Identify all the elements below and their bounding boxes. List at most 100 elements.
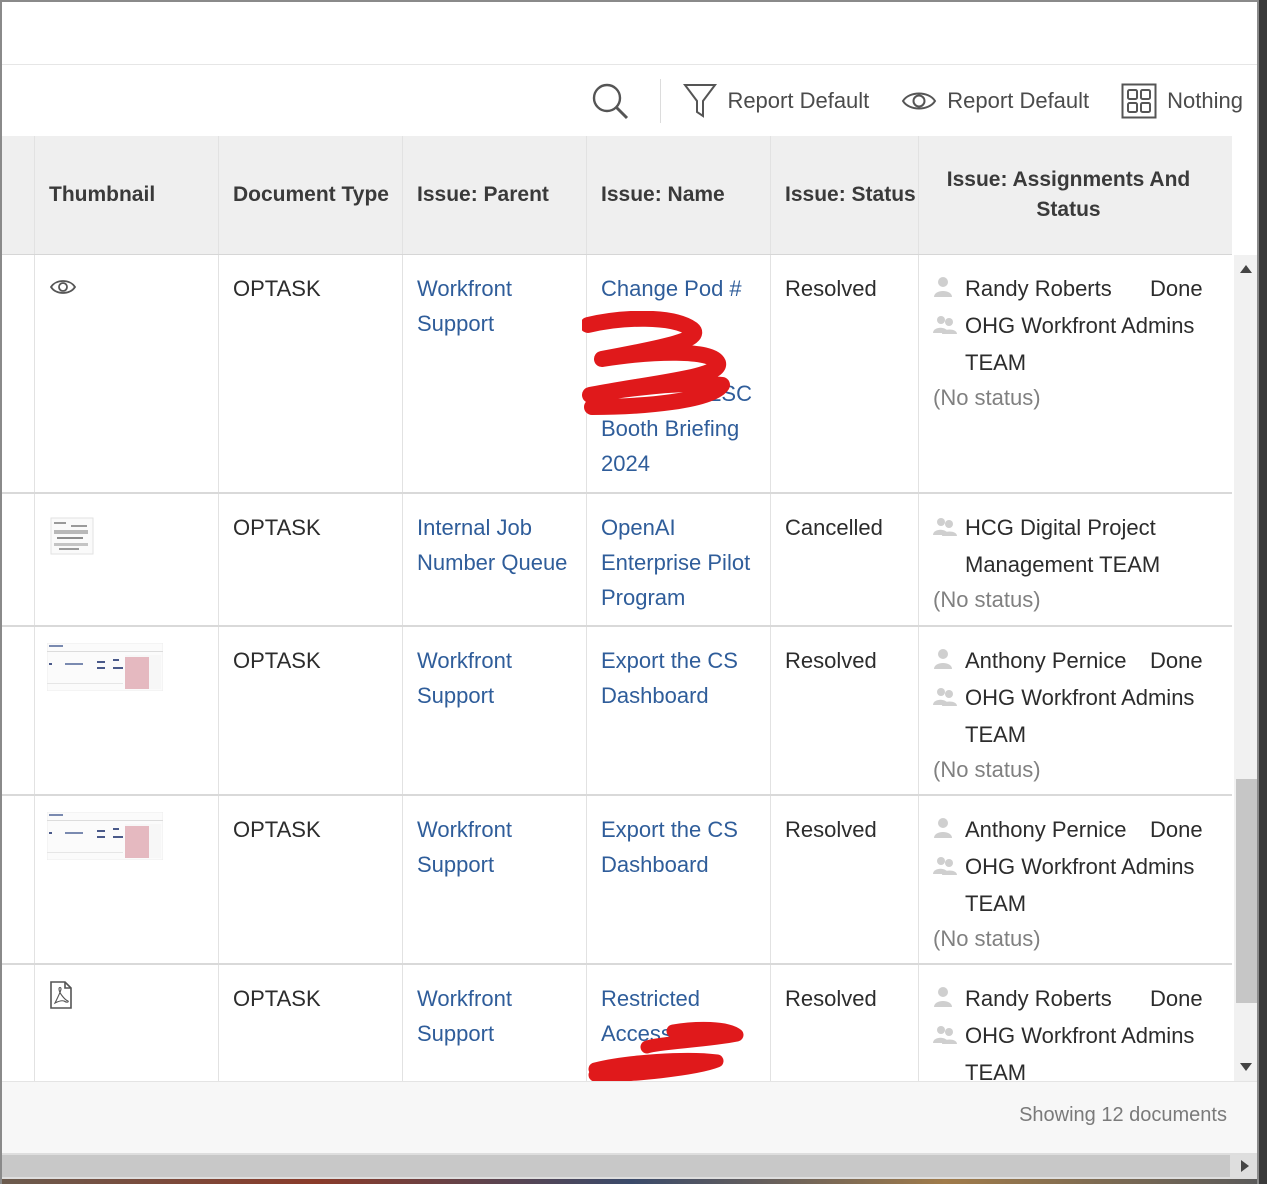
- document-type-value: OPTASK: [233, 276, 321, 301]
- issue-name-link[interactable]: Restricted Access:: [601, 981, 758, 1051]
- document-type-value: OPTASK: [233, 648, 321, 673]
- eye-icon: [902, 92, 937, 109]
- no-status-label: (No status): [933, 926, 1041, 951]
- filter-icon: [683, 83, 718, 118]
- assignments-cell: Anthony Pernice Done OHG Workfront Admin…: [918, 627, 1232, 794]
- no-status-label: (No status): [933, 757, 1041, 782]
- team-icon: [933, 849, 965, 886]
- issue-parent-cell: Workfront Support: [402, 255, 586, 492]
- status-value: Resolved: [785, 276, 877, 301]
- assignments-cell: Randy Roberts Done OHG Workfront Admins …: [918, 965, 1232, 1081]
- issue-status-cell: Resolved: [770, 796, 918, 963]
- issue-name-link[interactable]: OpenAI Enterprise Pilot Program: [601, 510, 758, 615]
- issue-status-cell: Resolved: [770, 965, 918, 1081]
- dashboard-thumbnail[interactable]: [46, 811, 164, 861]
- link-text: Booth Briefing: [601, 416, 740, 441]
- vertical-scrollbar[interactable]: [1234, 255, 1257, 1081]
- table-row[interactable]: OPTASK Workfront Support Export the CS Das…: [2, 796, 1232, 965]
- scroll-down-arrow-icon[interactable]: [1240, 1063, 1252, 1071]
- issue-parent-link[interactable]: Workfront Support: [417, 981, 574, 1051]
- link-text: Enterprise Pilot: [601, 550, 751, 575]
- assignment-team: OHG Workfront Admins: [933, 849, 1220, 886]
- issue-name-cell: Export the CS Dashboard: [586, 627, 770, 794]
- table-row[interactable]: OPTASK Internal Job Number Queue OpenAI En…: [2, 494, 1232, 627]
- document-count: Showing 12 documents: [1019, 1104, 1227, 1126]
- issue-parent-link[interactable]: Workfront Support: [417, 271, 574, 341]
- issue-name-cell: Change Pod # ESC Booth Briefing 2024: [586, 255, 770, 492]
- view-label: Report Default: [947, 87, 1090, 113]
- link-text: Support: [417, 1021, 495, 1046]
- background-strip: [2, 1179, 1257, 1184]
- pdf-icon[interactable]: [49, 981, 73, 1009]
- column-header-label: Document Type: [233, 183, 389, 206]
- column-header-thumbnail[interactable]: Thumbnail: [34, 136, 218, 254]
- grouping-button[interactable]: Nothing: [1121, 83, 1243, 119]
- table-row[interactable]: OPTASK Workfront Support Restricted Access…: [2, 965, 1232, 1081]
- filter-label: Report Default: [727, 87, 870, 113]
- team-icon: [933, 1018, 965, 1055]
- link-text: Support: [417, 852, 495, 877]
- scroll-right-arrow-icon[interactable]: [1241, 1160, 1249, 1172]
- column-header-label: Issue: Name: [601, 183, 725, 206]
- filter-button[interactable]: Report Default: [683, 82, 869, 120]
- link-text: Support: [417, 683, 495, 708]
- issue-parent-link[interactable]: Internal Job Number Queue: [417, 510, 574, 580]
- assignment-status: Done: [1150, 986, 1203, 1011]
- issue-name-link[interactable]: Export the CS Dashboard: [601, 812, 758, 882]
- column-header-issue-parent[interactable]: Issue: Parent: [402, 136, 586, 254]
- scroll-up-arrow-icon[interactable]: [1240, 265, 1252, 273]
- horizontal-scroll-thumb[interactable]: [2, 1155, 1230, 1177]
- issue-parent-link[interactable]: Workfront Support: [417, 812, 574, 882]
- link-text-redacted: [601, 341, 758, 376]
- issue-parent-cell: Workfront Support: [402, 796, 586, 963]
- assignment-user: Randy Roberts Done: [933, 271, 1220, 308]
- assignee-name: OHG Workfront Admins: [965, 685, 1195, 710]
- issue-parent-link[interactable]: Workfront Support: [417, 643, 574, 713]
- document-type-value: OPTASK: [233, 817, 321, 842]
- team-icon: [933, 308, 965, 345]
- assignee-name: Randy Roberts: [965, 986, 1112, 1011]
- document-type-cell: OPTASK: [218, 494, 402, 625]
- column-header-issue-name[interactable]: Issue: Name: [586, 136, 770, 254]
- link-text: Dashboard: [601, 683, 709, 708]
- table-row[interactable]: OPTASK Workfront Support Export the CS Das…: [2, 627, 1232, 796]
- issue-status-cell: Resolved: [770, 255, 918, 492]
- horizontal-scrollbar[interactable]: [2, 1153, 1257, 1179]
- column-header-document-type[interactable]: Document Type: [218, 136, 402, 254]
- search-icon: [593, 83, 629, 119]
- issue-name-link[interactable]: Export the CS Dashboard: [601, 643, 758, 713]
- document-type-cell: OPTASK: [218, 255, 402, 492]
- table-row[interactable]: OPTASK Workfront Support Change Pod # ESC…: [2, 255, 1232, 494]
- link-text: Workfront: [417, 276, 512, 301]
- user-icon: [933, 643, 965, 680]
- assignee-name: OHG Workfront Admins: [965, 1023, 1195, 1048]
- assignment-status: Done: [1150, 648, 1203, 673]
- link-text: Workfront: [417, 648, 512, 673]
- document-report-panel: Report Default Report Default Nothing Th…: [0, 0, 1259, 1184]
- view-button[interactable]: Report Default: [901, 87, 1089, 115]
- assignment-team: OHG Workfront Admins: [933, 1018, 1220, 1055]
- assignment-user: Anthony Pernice Done: [933, 812, 1220, 849]
- search-button[interactable]: [590, 81, 640, 121]
- report-toolbar: Report Default Report Default Nothing: [2, 65, 1257, 136]
- assignee-name-continued: TEAM: [965, 891, 1027, 916]
- eye-icon[interactable]: [49, 277, 77, 297]
- assignment-team: OHG Workfront Admins: [933, 680, 1220, 717]
- grid-icon: [1121, 83, 1157, 118]
- status-value: Resolved: [785, 817, 877, 842]
- link-text: OpenAI: [601, 515, 676, 540]
- column-header-assignments[interactable]: Issue: Assignments And Status: [918, 136, 1218, 254]
- link-text: Internal Job: [417, 515, 532, 540]
- dashboard-thumbnail[interactable]: [46, 642, 164, 692]
- thumbnail-cell: [34, 494, 218, 625]
- column-header-issue-status[interactable]: Issue: Status: [770, 136, 918, 254]
- assignments-cell: Anthony Pernice Done OHG Workfront Admin…: [918, 796, 1232, 963]
- document-type-value: OPTASK: [233, 986, 321, 1011]
- column-header-label: Thumbnail: [49, 183, 156, 206]
- vertical-scroll-thumb[interactable]: [1236, 779, 1257, 1003]
- assignment-status: Done: [1150, 276, 1203, 301]
- issue-name-link[interactable]: Change Pod # ESC Booth Briefing 2024: [601, 271, 758, 481]
- link-text: 2024: [601, 451, 650, 476]
- link-text: Export the CS: [601, 817, 738, 842]
- document-thumbnail[interactable]: [49, 516, 95, 556]
